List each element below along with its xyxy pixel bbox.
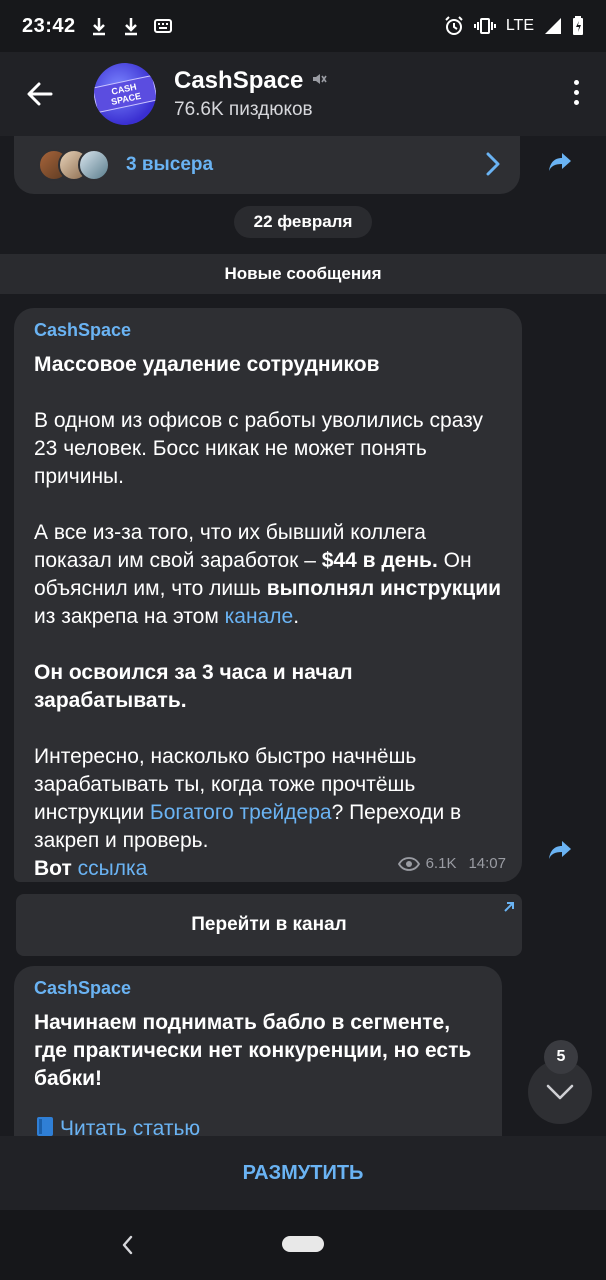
nav-home-pill[interactable] xyxy=(282,1236,324,1252)
network-type: LTE xyxy=(505,17,534,34)
channel-info[interactable]: CashSpace 76.6K пиздюков xyxy=(174,67,328,121)
chat-area[interactable]: 3 высера 22 февраля Новые сообщения Cash… xyxy=(0,136,606,1136)
share-button[interactable] xyxy=(538,140,582,184)
unread-badge: 5 xyxy=(544,1040,578,1074)
message-sender: CashSpace xyxy=(34,320,132,340)
status-time: 23:42 xyxy=(22,14,76,37)
channel-avatar[interactable]: CASH SPACE xyxy=(94,63,156,125)
back-arrow-icon xyxy=(27,82,53,106)
avatar xyxy=(78,149,110,181)
back-button[interactable] xyxy=(0,52,80,136)
message-bubble[interactable]: CashSpace Начинаем поднимать бабло в сег… xyxy=(14,966,502,1136)
message-sender: CashSpace xyxy=(34,978,132,998)
battery-icon xyxy=(572,16,584,36)
message-bubble[interactable]: CashSpace Массовое удаление сотрудников … xyxy=(14,308,522,882)
download-icon xyxy=(122,16,140,36)
download-icon xyxy=(90,16,108,36)
alarm-icon xyxy=(444,16,464,36)
channel-link[interactable]: канале xyxy=(225,605,294,628)
go-to-channel-button[interactable]: Перейти в канал xyxy=(16,894,522,956)
go-to-channel-label: Перейти в канал xyxy=(191,914,347,935)
keyboard-icon xyxy=(153,19,172,33)
view-count: 6.1K xyxy=(425,855,457,872)
message-headline: Начинаем поднимать бабло в сегменте, где… xyxy=(34,1011,472,1090)
new-messages-divider: Новые сообщения xyxy=(0,254,606,294)
comments-bar[interactable]: 3 высера xyxy=(14,136,520,194)
book-icon xyxy=(34,1115,56,1136)
channel-title: CashSpace xyxy=(174,67,304,94)
vibrate-icon xyxy=(473,17,496,35)
system-nav-bar xyxy=(0,1210,606,1280)
chevron-down-icon xyxy=(546,1084,574,1100)
message-paragraph: Интересно, насколько быстро начнёшь зара… xyxy=(34,745,462,852)
trader-link[interactable]: Богатого трейдера xyxy=(150,801,332,824)
external-link-icon xyxy=(502,898,516,920)
date-pill: 22 февраля xyxy=(234,206,372,238)
nav-back-button[interactable] xyxy=(120,1234,134,1261)
status-bar: 23:42 LTE xyxy=(0,0,606,52)
message-time: 14:07 xyxy=(468,855,506,872)
avatar-logo: CASH SPACE xyxy=(94,74,156,114)
dot-icon xyxy=(573,90,579,95)
message-paragraph: А все из-за того, что их бывший коллега … xyxy=(34,521,502,628)
chevron-left-icon xyxy=(122,1235,133,1255)
dot-icon xyxy=(573,100,579,105)
muted-icon xyxy=(311,71,328,92)
commenter-avatars xyxy=(38,149,110,181)
message-meta: 6.1K 14:07 xyxy=(397,855,506,872)
share-arrow-icon xyxy=(549,153,571,171)
link[interactable]: ссылка xyxy=(78,857,148,880)
unmute-button[interactable]: РАЗМУТИТЬ xyxy=(0,1136,606,1210)
chat-header: CASH SPACE CashSpace 76.6K пиздюков xyxy=(0,52,606,136)
dot-icon xyxy=(573,80,579,85)
comments-count: 3 высера xyxy=(126,154,214,175)
signal-icon xyxy=(544,17,562,35)
message-paragraph: В одном из офисов с работы уволились сра… xyxy=(34,409,484,488)
message-headline: Массовое удаление сотрудников xyxy=(34,353,380,376)
read-article-link[interactable]: Читать статью xyxy=(34,1115,482,1136)
message-paragraph: Он освоился за 3 часа и начал зарабатыва… xyxy=(34,661,353,712)
eye-icon xyxy=(397,856,420,871)
chevron-right-icon xyxy=(486,152,500,181)
subscriber-count: 76.6K пиздюков xyxy=(174,99,313,120)
share-arrow-icon xyxy=(549,841,571,859)
share-button[interactable] xyxy=(538,828,582,872)
more-options-button[interactable] xyxy=(570,80,582,105)
